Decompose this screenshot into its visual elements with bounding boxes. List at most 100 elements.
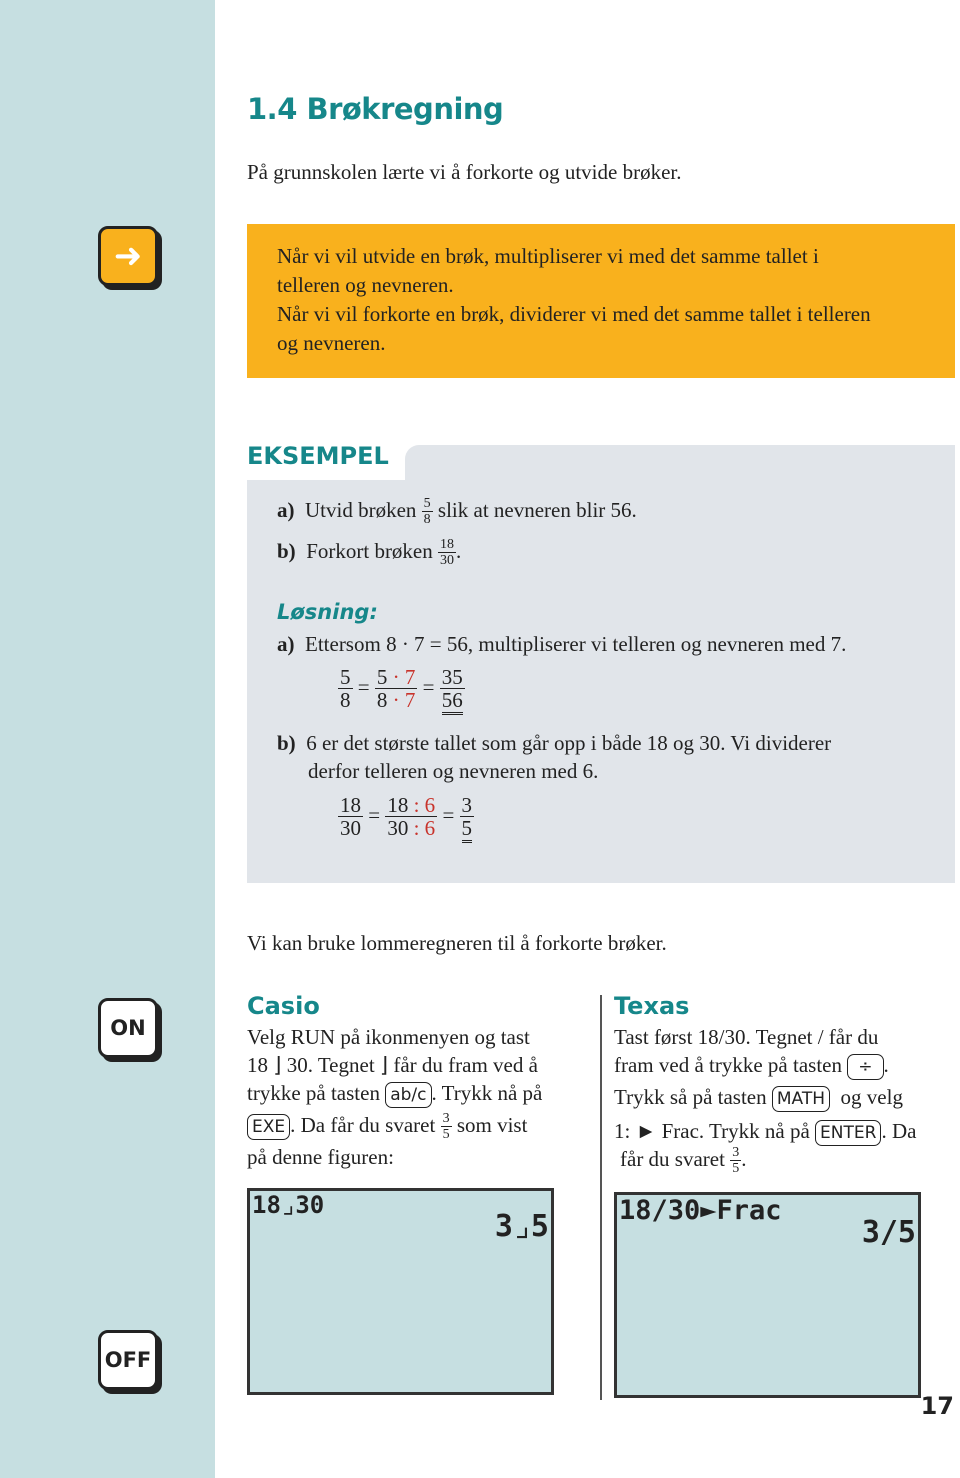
denominator: 8 <box>423 512 431 527</box>
fraction: 35 <box>730 1145 742 1176</box>
multiplier: · 7 <box>392 688 416 712</box>
numerator: 3 <box>459 793 475 817</box>
sidebar-margin <box>0 0 215 1478</box>
key-exe: EXE <box>247 1113 291 1140</box>
page-number: 17 <box>920 1392 954 1420</box>
numerator: 5 <box>376 665 388 689</box>
rule-line: Når vi vil utvide en brøk, multipliserer… <box>277 244 819 268</box>
key-ab-c: ab/c <box>385 1082 432 1108</box>
text: Ettersom 8 · 7 = 56, multipliserer vi te… <box>305 632 847 656</box>
equals: = <box>422 674 435 699</box>
example-tab <box>405 445 955 485</box>
screen-result: 3⌟5 <box>494 1209 549 1244</box>
key-enter: ENTER <box>815 1120 882 1146</box>
equals: = <box>357 674 370 699</box>
example-b: b) Forkort brøken 18 30. <box>277 538 461 568</box>
numerator: 3 <box>440 1111 452 1127</box>
rule-box: Når vi vil utvide en brøk, multipliserer… <box>247 224 955 378</box>
denominator: 30 <box>440 553 455 568</box>
denominator: 56 <box>441 688 463 715</box>
screen-line: 18/30►Frac <box>619 1195 782 1226</box>
texas-screen: 18/30►Frac 3/5 <box>614 1192 921 1398</box>
text: trykke på tasten <box>247 1081 380 1105</box>
screen-result: 3/5 <box>861 1215 916 1250</box>
denominator: 8 <box>340 688 351 712</box>
numerator: 18 <box>387 793 409 817</box>
text: Forkort brøken <box>306 538 433 563</box>
item-label: b) <box>277 731 296 755</box>
denominator: 5 <box>442 1127 450 1142</box>
text: . <box>741 1146 747 1171</box>
text: derfor telleren og nevneren med 6. <box>308 759 599 783</box>
item-label: a) <box>277 632 295 656</box>
casio-text: EXE. Da får du svaret 35 som vist <box>247 1112 527 1142</box>
solution-b: b) 6 er det største tallet som går opp i… <box>277 731 831 756</box>
texas-text: 1: ► Frac. Trykk nå på ENTER. Da <box>614 1119 916 1146</box>
rule-line: og nevneren. <box>277 331 386 355</box>
text: . <box>883 1053 889 1077</box>
denominator: 8 <box>376 688 388 712</box>
casio-text: trykke på tasten ab/c. Trykk nå på <box>247 1081 542 1108</box>
fraction: 35 <box>459 793 475 843</box>
text: 1: ► Frac. Trykk nå på <box>614 1119 810 1143</box>
divisor: : 6 <box>413 793 436 817</box>
key-divide: ÷ <box>847 1054 884 1080</box>
numerator: 18 <box>438 537 457 553</box>
example-a: a) Utvid brøken 58 slik at nevneren blir… <box>277 497 637 527</box>
text: slik at nevneren blir 56. <box>437 497 637 522</box>
texas-title: Texas <box>614 992 690 1020</box>
casio-text: Velg RUN på ikonmenyen og tast <box>247 1025 530 1049</box>
denominator: 30 <box>340 816 361 840</box>
fraction: 18 : 6 30 : 6 <box>385 793 438 840</box>
texas-text: fram ved å trykke på tasten ÷. <box>614 1053 889 1080</box>
fraction: 35 56 <box>439 665 465 715</box>
text: . Da får du svaret <box>290 1112 436 1137</box>
column-divider <box>600 995 602 1400</box>
casio-title: Casio <box>247 992 320 1020</box>
rule-line: telleren og nevneren. <box>277 273 454 297</box>
solution-a: a) Ettersom 8 · 7 = 56, multipliserer vi… <box>277 632 846 657</box>
example-label: EKSEMPEL <box>247 442 389 470</box>
text: . Trykk nå på <box>431 1081 543 1105</box>
fraction: 18 30 <box>338 795 363 839</box>
denominator: 5 <box>461 816 473 843</box>
fraction: 58 <box>338 667 353 711</box>
section-title: 1.4 Brøkregning <box>247 92 504 126</box>
text: 6 er det største tallet som går opp i bå… <box>306 731 832 755</box>
casio-text: på denne figuren: <box>247 1145 394 1169</box>
fraction: 5 · 78 · 7 <box>374 665 418 712</box>
equals: = <box>442 802 455 827</box>
casio-text: 18 ⌋ 30. Tegnet ⌋ får du fram ved å <box>247 1053 538 1077</box>
texas-text: Trykk så på tasten MATH og velg <box>614 1085 903 1112</box>
text: får du svaret <box>620 1146 725 1171</box>
key-math: MATH <box>771 1086 831 1112</box>
equals: = <box>368 802 381 827</box>
on-icon: ON <box>98 998 158 1058</box>
texas-text: Tast først 18/30. Tegnet / får du <box>614 1025 879 1049</box>
casio-screen: 18⌟30 3⌟5 <box>247 1188 554 1395</box>
text: fram ved å trykke på tasten <box>614 1053 842 1077</box>
calc-intro: Vi kan bruke lommeregneren til å forkort… <box>247 931 667 955</box>
item-label: a) <box>277 497 295 522</box>
numerator: 35 <box>439 665 465 689</box>
divisor: : 6 <box>413 816 436 840</box>
item-label: b) <box>277 538 296 563</box>
denominator: 5 <box>732 1161 740 1176</box>
text: . <box>456 538 462 563</box>
text: som vist <box>456 1112 528 1137</box>
screen-line: 18⌟30 <box>252 1191 325 1219</box>
fraction: 18 30 <box>438 537 457 568</box>
text: Trykk så på tasten <box>614 1085 767 1109</box>
multiplier: · 7 <box>392 665 416 689</box>
fraction: 58 <box>421 496 433 527</box>
solution-label: Løsning: <box>277 600 378 624</box>
text: og velg <box>840 1085 903 1109</box>
text: . Da <box>881 1119 917 1143</box>
numerator: 5 <box>421 496 433 512</box>
numerator: 3 <box>730 1145 742 1161</box>
equation-a: 58 = 5 · 78 · 7 = 35 56 <box>338 665 465 715</box>
rule-line: Når vi vil forkorte en brøk, dividerer v… <box>277 302 871 326</box>
numerator: 5 <box>338 665 353 689</box>
intro-text: På grunnskolen lærte vi å forkorte og ut… <box>247 160 682 184</box>
numerator: 18 <box>338 793 363 817</box>
